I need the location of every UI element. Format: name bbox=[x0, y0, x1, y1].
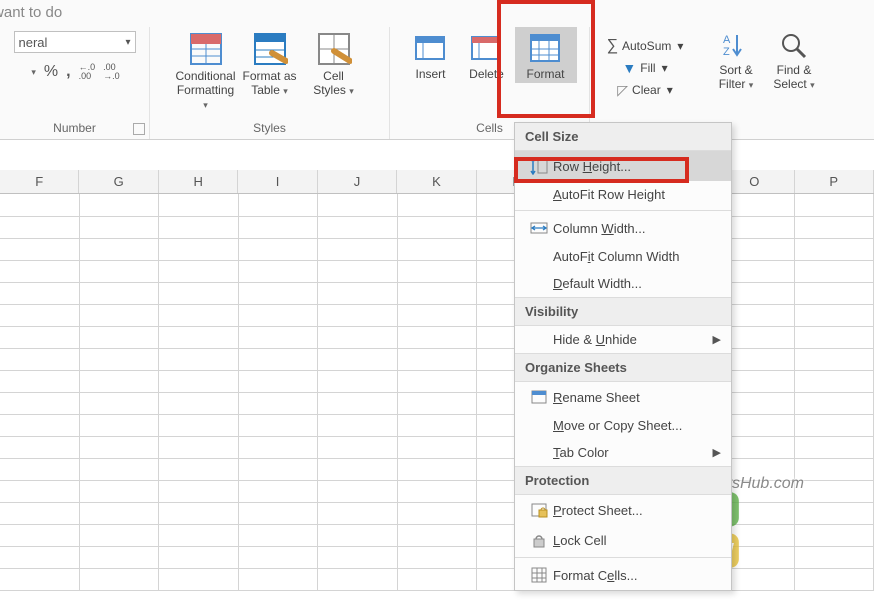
submenu-arrow-icon: ▶ bbox=[713, 446, 721, 459]
menu-item-rename-sheet[interactable]: Rename Sheet bbox=[515, 382, 731, 412]
menu-item-move-copy[interactable]: Move or Copy Sheet... bbox=[515, 412, 731, 439]
menu-item-column-width[interactable]: Column Width... bbox=[515, 213, 731, 243]
row-height-icon bbox=[525, 157, 553, 175]
number-format-value: neral bbox=[19, 35, 48, 50]
menu-item-autofit-col[interactable]: AutoFit Column Width bbox=[515, 243, 731, 270]
conditional-formatting-button[interactable]: Conditional Formatting ▾ bbox=[174, 27, 238, 114]
menu-item-tab-color[interactable]: Tab Color ▶ bbox=[515, 439, 731, 466]
column-headers: F G H I J K L M N O P bbox=[0, 170, 874, 194]
col-header[interactable]: P bbox=[795, 170, 874, 193]
format-cells-menu-icon bbox=[525, 566, 553, 584]
menu-section-protection: Protection bbox=[515, 466, 731, 495]
clear-button[interactable]: ◸ Clear ▾ bbox=[617, 79, 673, 101]
chevron-down-icon: ▾ bbox=[660, 61, 668, 75]
cell-grid[interactable] bbox=[0, 194, 874, 591]
find-icon bbox=[779, 31, 809, 61]
submenu-arrow-icon: ▶ bbox=[713, 333, 721, 346]
format-button[interactable]: Format bbox=[515, 27, 577, 83]
col-header[interactable]: J bbox=[318, 170, 397, 193]
menu-item-protect-sheet[interactable]: Protect Sheet... bbox=[515, 495, 731, 525]
col-header[interactable]: H bbox=[159, 170, 238, 193]
delete-cells-icon bbox=[470, 31, 504, 65]
protect-sheet-icon bbox=[525, 501, 553, 519]
delete-button[interactable]: Delete bbox=[459, 27, 515, 83]
number-dialog-launcher[interactable] bbox=[133, 123, 145, 135]
chevron-down-icon: ▾ bbox=[665, 83, 673, 97]
decrease-decimal-icon[interactable]: .00→.0 bbox=[103, 63, 120, 81]
worksheet: F G H I J K L M N O P bbox=[0, 170, 874, 591]
menu-item-autofit-row[interactable]: AutoFit Row Height bbox=[515, 181, 731, 208]
svg-text:A: A bbox=[723, 34, 731, 46]
fill-button[interactable]: ▼ Fill ▾ bbox=[622, 57, 667, 79]
lock-icon bbox=[525, 531, 553, 549]
conditional-formatting-icon bbox=[188, 31, 224, 67]
menu-section-organize: Organize Sheets bbox=[515, 353, 731, 382]
menu-section-cellsize: Cell Size bbox=[515, 123, 731, 151]
sort-filter-icon: A Z bbox=[721, 31, 751, 61]
increase-decimal-icon[interactable]: ←.0.00 bbox=[79, 63, 96, 81]
ribbon: at you want to do neral ▾ ▾ % , ←.0.00 .… bbox=[0, 0, 874, 140]
chevron-down-icon: ▾ bbox=[125, 37, 130, 48]
group-number: neral ▾ ▾ % , ←.0.00 .00→.0 Number bbox=[0, 27, 150, 139]
format-dropdown-menu: Cell Size Row Height... AutoFit Row Heig… bbox=[514, 122, 732, 591]
column-width-icon bbox=[525, 219, 553, 237]
col-header[interactable]: F bbox=[0, 170, 79, 193]
insert-cells-icon bbox=[414, 31, 448, 65]
group-label-cells: Cells bbox=[476, 119, 503, 139]
menu-item-row-height[interactable]: Row Height... bbox=[515, 151, 731, 181]
fill-down-icon: ▼ bbox=[622, 60, 636, 76]
format-cells-icon bbox=[529, 31, 563, 65]
comma-icon[interactable]: , bbox=[66, 63, 70, 81]
cell-styles-button[interactable]: Cell Styles ▾ bbox=[302, 27, 366, 114]
menu-item-default-width[interactable]: Default Width... bbox=[515, 270, 731, 297]
insert-button[interactable]: Insert bbox=[403, 27, 459, 83]
percent-icon[interactable]: % bbox=[44, 63, 58, 81]
menu-item-lock-cell[interactable]: Lock Cell bbox=[515, 525, 731, 555]
menu-section-visibility: Visibility bbox=[515, 297, 731, 326]
eraser-icon: ◸ bbox=[617, 82, 628, 99]
group-styles: Conditional Formatting ▾ Format as Table… bbox=[150, 27, 390, 139]
menu-item-format-cells[interactable]: Format Cells... bbox=[515, 560, 731, 590]
svg-text:Z: Z bbox=[723, 46, 730, 58]
cell-styles-icon bbox=[316, 31, 352, 67]
group-label-styles: Styles bbox=[253, 119, 286, 139]
find-select-button[interactable]: Find & Select ▾ bbox=[765, 27, 823, 94]
number-format-combo[interactable]: neral ▾ bbox=[14, 31, 136, 53]
col-header[interactable]: I bbox=[238, 170, 317, 193]
chevron-down-icon: ▾ bbox=[675, 39, 683, 53]
sigma-icon: ∑ bbox=[607, 37, 618, 55]
group-label-number: Number bbox=[53, 119, 96, 139]
col-header[interactable]: G bbox=[79, 170, 158, 193]
autosum-button[interactable]: ∑ AutoSum ▾ bbox=[607, 35, 684, 57]
format-as-table-button[interactable]: Format as Table ▾ bbox=[238, 27, 302, 114]
sort-filter-button[interactable]: A Z Sort & Filter ▾ bbox=[707, 27, 765, 94]
accounting-dropdown[interactable]: ▾ bbox=[29, 67, 36, 78]
format-as-table-icon bbox=[252, 31, 288, 67]
menu-item-hide-unhide[interactable]: Hide & Unhide ▶ bbox=[515, 326, 731, 353]
col-header[interactable]: K bbox=[397, 170, 476, 193]
rename-sheet-icon bbox=[525, 388, 553, 406]
tell-me-box[interactable]: at you want to do bbox=[0, 0, 874, 27]
